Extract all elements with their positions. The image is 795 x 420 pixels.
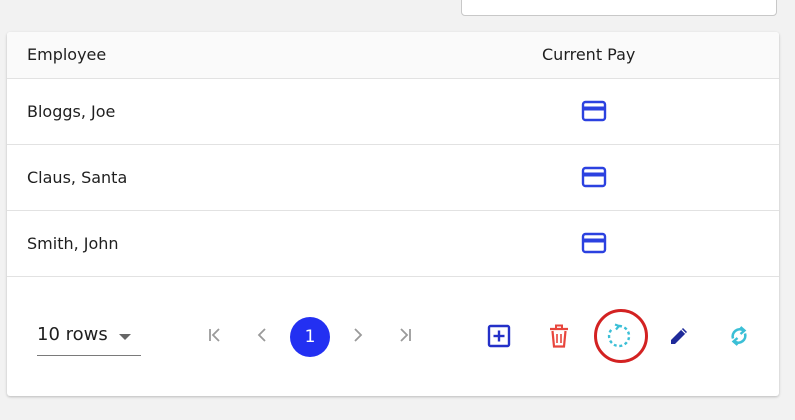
first-page-icon[interactable] <box>205 325 225 345</box>
table-header-row: Employee Current Pay <box>7 32 779 79</box>
top-search-field[interactable] <box>461 0 777 16</box>
credit-card-icon[interactable] <box>581 99 607 123</box>
column-header-current-pay: Current Pay <box>542 45 636 64</box>
column-header-employee: Employee <box>27 45 107 64</box>
last-page-icon[interactable] <box>395 325 415 345</box>
employee-name: Smith, John <box>27 234 119 253</box>
rows-per-page-select[interactable]: 10 rows <box>37 321 141 356</box>
table-row: Claus, Santa <box>7 144 779 211</box>
sync-icon[interactable] <box>725 322 753 350</box>
employee-name: Claus, Santa <box>27 168 128 187</box>
next-page-icon[interactable] <box>348 325 368 345</box>
chevron-down-icon <box>119 334 131 340</box>
rows-per-page-value: 10 rows <box>37 324 108 345</box>
table-footer: 10 rows 1 <box>7 276 779 396</box>
employee-pay-table-card: Employee Current Pay Bloggs, Joe Claus, … <box>7 32 779 396</box>
credit-card-icon[interactable] <box>581 231 607 255</box>
table-row: Bloggs, Joe <box>7 78 779 145</box>
add-icon[interactable] <box>485 322 513 350</box>
delete-icon[interactable] <box>545 322 573 350</box>
credit-card-icon[interactable] <box>581 165 607 189</box>
table-row: Smith, John <box>7 210 779 277</box>
previous-page-icon[interactable] <box>252 325 272 345</box>
reset-icon[interactable] <box>605 322 633 350</box>
current-page-button[interactable]: 1 <box>290 317 330 357</box>
edit-icon[interactable] <box>665 322 693 350</box>
employee-name: Bloggs, Joe <box>27 102 116 121</box>
